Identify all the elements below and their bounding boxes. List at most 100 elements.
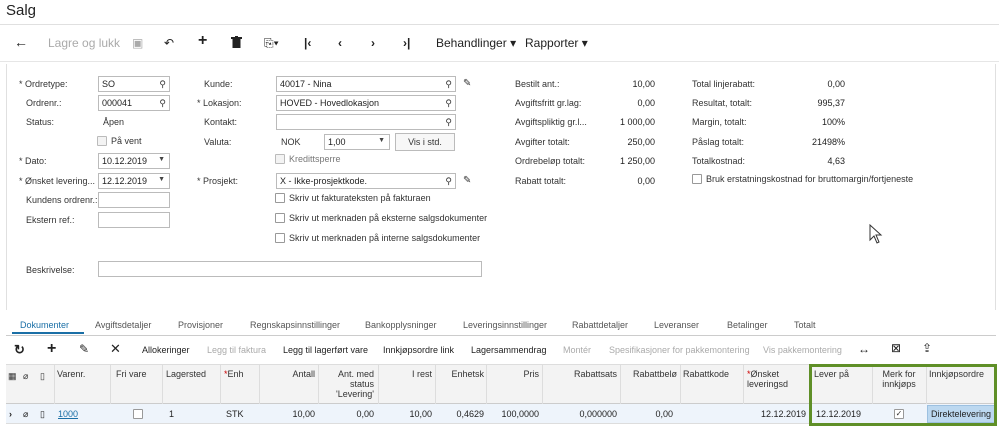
kunde-field[interactable]: 40017 - Nina ⚲ (276, 76, 456, 92)
delete-row-icon[interactable]: ✕ (110, 341, 121, 357)
back-arrow-icon[interactable]: ← (14, 34, 28, 50)
copy-paste-icon[interactable]: ⎘▾ (264, 36, 279, 51)
tab-dokumenter[interactable]: Dokumenter (20, 320, 69, 330)
cell-pris: 100,0000 (501, 409, 539, 419)
col-rabattbelop[interactable]: Rabattbelø (623, 369, 677, 379)
legg-til-lagerfort-vare-button[interactable]: Legg til lagerført vare (283, 345, 368, 355)
col-onsket-leveringsdato[interactable]: *Ønsket leveringsd (747, 369, 807, 389)
ordretype-field[interactable]: SO ⚲ (98, 76, 170, 92)
tab-regnskapsinnstillinger[interactable]: Regnskapsinnstillinger (250, 320, 340, 330)
lokasjon-field[interactable]: HOVED - Hovedlokasjon ⚲ (276, 95, 456, 111)
upload-icon[interactable]: ⇪ (922, 341, 932, 355)
col-enh[interactable]: *Enh (224, 369, 244, 379)
col-varenr[interactable]: Varenr. (57, 369, 85, 379)
col-ant-med-status[interactable]: Ant. med status 'Levering' (321, 369, 374, 399)
margin-label: Totalkostnad: (692, 156, 746, 166)
prosjekt-field[interactable]: X - Ikke-prosjektkode. ⚲ (276, 173, 456, 189)
col-i-rest[interactable]: I rest (381, 369, 432, 379)
kontakt-field[interactable]: ⚲ (276, 114, 456, 130)
col-enhetskost[interactable]: Enhetsk (438, 369, 484, 379)
next-record-icon[interactable]: › (371, 36, 375, 50)
note-icon[interactable]: ▯ (40, 409, 45, 420)
fit-columns-icon[interactable]: ↔ (858, 342, 870, 356)
title-bar (0, 0, 999, 25)
dato-field[interactable]: 10.12.2019 ▼ (98, 153, 170, 169)
varenr-link[interactable]: 1000 (58, 409, 78, 419)
vis-i-std-button[interactable]: Vis i std. (395, 133, 455, 151)
tab-bankopplysninger[interactable]: Bankopplysninger (365, 320, 437, 330)
print-invoice-text-checkbox[interactable] (275, 193, 285, 203)
last-record-icon[interactable]: ›| (403, 36, 410, 50)
add-row-icon[interactable]: + (47, 340, 56, 358)
export-excel-icon[interactable]: ⊠ (891, 341, 901, 355)
paa-vent-checkbox[interactable] (97, 136, 107, 146)
margin-label: Total linjerabatt: (692, 79, 756, 89)
reports-menu[interactable]: Rapporter ▾ (525, 36, 588, 50)
grid-toolbar: ↻ + ✎ ✕ Allokeringer Legg til faktura Le… (6, 337, 996, 363)
tab-rabattdetaljer[interactable]: Rabattdetaljer (572, 320, 628, 330)
kredittsperre-checkbox[interactable] (275, 154, 285, 164)
undo-icon[interactable]: ↶ (164, 36, 174, 50)
attachment-icon: ⌀ (23, 371, 29, 381)
edit-icon[interactable]: ✎ (463, 175, 471, 186)
margin-label: Resultat, totalt: (692, 98, 753, 108)
total-value: 0,00 (637, 176, 655, 186)
search-icon: ⚲ (445, 176, 452, 186)
col-rabattsats[interactable]: Rabattsats (545, 369, 617, 379)
cell-lagersted: 1 (169, 409, 175, 419)
delete-icon[interactable] (231, 36, 242, 51)
add-icon[interactable]: + (198, 32, 207, 50)
attachment-icon[interactable]: ⌀ (23, 409, 28, 420)
tab-betalinger[interactable]: Betalinger (727, 320, 768, 330)
replacement-cost-label: Bruk erstatningskostnad for bruttomargin… (706, 174, 914, 184)
ordrenr-field[interactable]: 000041 ⚲ (98, 95, 170, 111)
tab-provisjoner[interactable]: Provisjoner (178, 320, 223, 330)
col-antall[interactable]: Antall (262, 369, 315, 379)
search-icon: ⚲ (159, 79, 166, 89)
tab-avgiftsdetaljer[interactable]: Avgiftsdetaljer (95, 320, 151, 330)
previous-record-icon[interactable]: ‹ (338, 36, 342, 50)
first-record-icon[interactable]: |‹ (304, 36, 311, 50)
ekstern-ref-field[interactable] (98, 212, 170, 228)
row-pointer-icon: › (9, 409, 12, 419)
print-external-note-checkbox[interactable] (275, 213, 285, 223)
save-icon[interactable]: ▣ (132, 36, 143, 50)
lagersammendrag-button[interactable]: Lagersammendrag (471, 345, 547, 355)
replacement-cost-checkbox[interactable] (692, 174, 702, 184)
total-value: 1 000,00 (619, 117, 655, 127)
highlight-box (809, 364, 997, 426)
print-internal-note-checkbox[interactable] (275, 233, 285, 243)
vis-pakkemontering-button[interactable]: Vis pakkemontering (763, 345, 842, 355)
row-settings-icon[interactable]: ▦ (8, 371, 17, 381)
valuta-rate-field[interactable]: 1,00 ▼ (324, 134, 390, 150)
col-lagersted[interactable]: Lagersted (166, 369, 206, 379)
col-pris[interactable]: Pris (489, 369, 540, 379)
actions-menu[interactable]: Behandlinger ▾ (436, 36, 516, 50)
tab-totalt[interactable]: Totalt (794, 320, 816, 330)
legg-til-faktura-button[interactable]: Legg til faktura (207, 345, 266, 355)
cell-i-rest: 10,00 (409, 409, 432, 419)
chevron-down-icon: ▼ (378, 137, 385, 144)
monter-button[interactable]: Montér (563, 345, 591, 355)
tab-leveranser[interactable]: Leveranser (654, 320, 699, 330)
edit-icon[interactable]: ✎ (463, 78, 471, 89)
innkjopsordre-link-button[interactable]: Innkjøpsordre link (383, 345, 454, 355)
tab-leveringsinnstillinger[interactable]: Leveringsinnstillinger (463, 320, 547, 330)
refresh-icon[interactable]: ↻ (14, 342, 25, 358)
col-fri-vare[interactable]: Fri vare (116, 369, 147, 379)
allokeringer-button[interactable]: Allokeringer (142, 345, 190, 355)
pakkemontering-spec-button[interactable]: Spesifikasjoner for pakkemontering (609, 345, 750, 355)
onsket-levering-field[interactable]: 12.12.2019 ▼ (98, 173, 170, 189)
kundens-ordrenr-field[interactable] (98, 192, 170, 208)
beskrivelse-field[interactable] (98, 261, 482, 277)
fri-vare-checkbox[interactable] (133, 409, 143, 419)
margin-value: 21498% (811, 137, 845, 147)
edit-row-icon[interactable]: ✎ (79, 342, 89, 356)
print-external-note-label: Skriv ut merknaden på eksterne salgsdoku… (289, 213, 488, 223)
print-invoice-text-label: Skriv ut fakturateksten på fakturaen (289, 193, 431, 203)
save-close-button[interactable]: Lagre og lukk (48, 36, 120, 50)
status-label: Status: (26, 117, 55, 127)
kundens-ordrenr-label: Kundens ordrenr.: (26, 195, 98, 205)
lokasjon-label: Lokasjon: (197, 98, 242, 108)
col-rabattkode[interactable]: Rabattkode (683, 369, 729, 379)
